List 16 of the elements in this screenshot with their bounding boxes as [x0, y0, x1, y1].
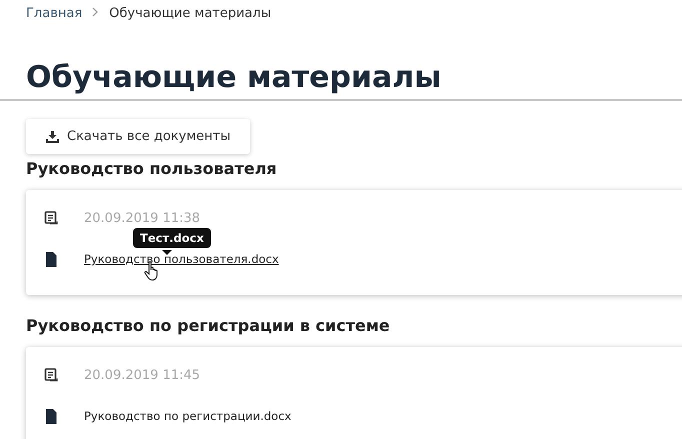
file-icon — [44, 252, 58, 266]
breadcrumb-link[interactable]: Главная — [26, 6, 82, 20]
file-link[interactable]: Руководство по регистрации.docx — [84, 409, 292, 423]
section-heading: Руководство по регистрации в системе — [26, 315, 391, 337]
download-icon — [46, 130, 59, 142]
file-link[interactable]: Руководство пользователя.docx — [84, 252, 279, 266]
document-icon — [44, 368, 58, 382]
section-heading: Руководство пользователя — [26, 158, 278, 180]
document-date: 20.09.2019 11:38 — [84, 210, 200, 226]
download-button[interactable]: Скачать все документы — [26, 119, 250, 154]
document-icon — [44, 210, 58, 226]
page-title: Обучающие материалы — [26, 59, 442, 97]
document-date: 20.09.2019 11:45 — [84, 368, 200, 382]
file-icon — [44, 408, 58, 424]
tooltip: Тест.docx — [133, 228, 211, 248]
breadcrumb-current: Обучающие материалы — [109, 6, 272, 20]
